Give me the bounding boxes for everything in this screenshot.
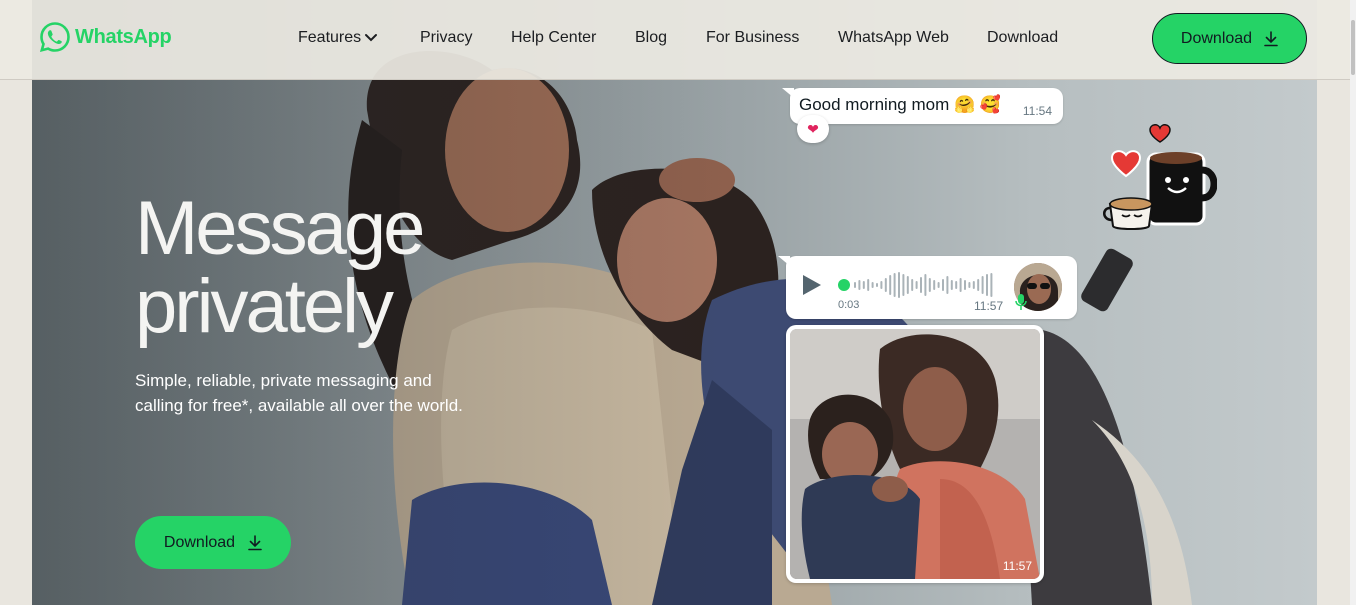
waveform-bar xyxy=(990,273,993,297)
waveform-bar xyxy=(986,274,988,296)
nav-features-label: Features xyxy=(298,29,362,46)
message-text: Good morning mom 🤗 🥰 xyxy=(799,95,1002,114)
hero-download-label: Download xyxy=(163,533,236,551)
shared-photo-image xyxy=(790,329,1040,579)
voice-time: 11:57 xyxy=(974,299,1004,313)
waveform-bar xyxy=(902,274,905,296)
waveform-bar xyxy=(968,282,971,288)
microphone-icon xyxy=(1015,294,1027,310)
nav-for-business[interactable]: For Business xyxy=(706,29,799,47)
hero-subtext: Simple, reliable, private messaging and … xyxy=(135,371,463,415)
waveform-bar xyxy=(858,280,861,290)
nav-download[interactable]: Download xyxy=(987,29,1058,47)
waveform-bar xyxy=(942,279,944,291)
waveform-bar xyxy=(981,276,984,294)
waveform-bar xyxy=(915,281,918,289)
whatsapp-logo-icon xyxy=(39,22,70,53)
heart-reaction: ❤ xyxy=(797,115,829,143)
page-scrollbar[interactable] xyxy=(1350,0,1356,605)
waveform-bar xyxy=(893,273,896,297)
waveform-bar xyxy=(950,280,953,290)
whatsapp-logo[interactable]: WhatsApp xyxy=(39,21,172,53)
waveform-bar xyxy=(937,282,940,288)
waveform-bar xyxy=(898,272,900,298)
waveform-bar xyxy=(871,282,874,288)
chevron-down-icon xyxy=(365,34,378,42)
headline-line-1: Message xyxy=(135,186,425,271)
waveform-bar xyxy=(862,281,865,289)
nav-features[interactable]: Features xyxy=(298,29,378,47)
download-icon xyxy=(248,534,262,550)
header-download-label: Download xyxy=(1180,29,1253,47)
waveform-bar xyxy=(959,278,962,292)
nav-privacy[interactable]: Privacy xyxy=(420,29,472,47)
bubble-tail xyxy=(782,88,794,98)
voice-waveform[interactable] xyxy=(852,270,1002,300)
waveform-bar xyxy=(972,281,975,289)
download-icon xyxy=(1264,30,1278,46)
waveform-bar xyxy=(924,274,927,296)
waveform-bar xyxy=(977,279,980,291)
waveform-bar xyxy=(889,275,892,295)
waveform-bar xyxy=(946,276,949,294)
waveform-bar xyxy=(880,281,883,289)
message-bubble: Good morning mom 🤗 🥰 11:54 xyxy=(782,88,1063,124)
voice-duration: 0:03 xyxy=(838,299,860,311)
nav-whatsapp-web[interactable]: WhatsApp Web xyxy=(838,29,949,47)
message-time: 11:54 xyxy=(1022,104,1052,118)
waveform-bar xyxy=(928,278,931,292)
logo-text: WhatsApp xyxy=(75,25,172,48)
waveform-bar xyxy=(876,283,878,287)
headline-line-2: privately xyxy=(135,264,394,349)
photo-bubble[interactable]: 11:57 xyxy=(786,325,1044,583)
hero-headline: Message privately xyxy=(135,190,555,346)
nav-help-center[interactable]: Help Center xyxy=(511,29,596,47)
shared-photo[interactable]: 11:57 xyxy=(790,329,1040,579)
waveform-bar xyxy=(884,278,887,292)
header-download-button[interactable]: Download xyxy=(1152,13,1307,64)
bubble-tail xyxy=(778,256,790,266)
waveform-bar xyxy=(906,276,909,294)
nav-blog[interactable]: Blog xyxy=(635,29,667,47)
waveform-bar xyxy=(867,279,870,291)
heart-icon: ❤ xyxy=(807,120,819,137)
scrollbar-thumb[interactable] xyxy=(1351,20,1355,75)
waveform-bar xyxy=(955,281,958,289)
waveform-bar xyxy=(854,282,856,288)
waveform-bar xyxy=(933,280,936,290)
photo-time: 11:57 xyxy=(1002,559,1032,573)
waveform-bar xyxy=(911,279,914,291)
top-nav-bar: WhatsApp Features Privacy Help Center Bl… xyxy=(0,0,1350,80)
coffee-mugs-sticker xyxy=(1103,124,1217,230)
waveform-bar xyxy=(920,277,922,293)
play-icon[interactable] xyxy=(800,274,822,296)
voice-progress-dot[interactable] xyxy=(838,279,850,291)
hero-download-button[interactable]: Download xyxy=(135,516,291,569)
waveform-bar xyxy=(964,280,966,290)
voice-note-bubble: 0:03 11:57 xyxy=(778,256,1077,319)
